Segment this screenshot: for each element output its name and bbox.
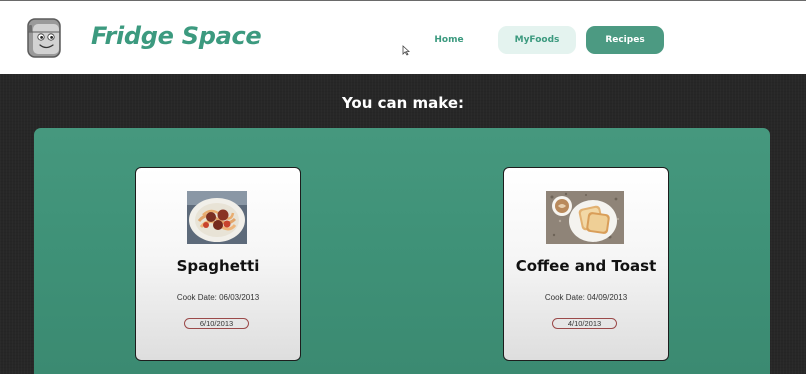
recipe-cook-date: Cook Date: 06/03/2013 — [176, 293, 260, 302]
fridge-mascot-icon[interactable] — [24, 16, 66, 60]
recipe-expiry-badge: 6/10/2013 — [184, 318, 249, 329]
recipe-title: Coffee and Toast — [515, 257, 657, 275]
nav-home-link[interactable]: Home — [420, 26, 478, 54]
recipe-card-spaghetti[interactable]: Spaghetti Cook Date: 06/03/2013 6/10/201… — [135, 167, 301, 361]
recipe-title: Spaghetti — [176, 257, 260, 275]
page-heading: You can make: — [341, 94, 465, 112]
nav-myfoods-link[interactable]: MyFoods — [498, 26, 576, 54]
coffee-toast-photo — [546, 191, 624, 244]
recipe-cook-date: Cook Date: 04/09/2013 — [544, 293, 628, 302]
recipe-card-coffee-and-toast[interactable]: Coffee and Toast Cook Date: 04/09/2013 4… — [503, 167, 669, 361]
page: Fridge Space Home MyFoods Recipes You ca… — [0, 0, 806, 374]
main-content: You can make: Spaghetti Cook Date: 06/03… — [0, 74, 806, 374]
brand-title: Fridge Space — [91, 22, 262, 50]
recipe-expiry-badge: 4/10/2013 — [552, 318, 617, 329]
recipes-panel: Spaghetti Cook Date: 06/03/2013 6/10/201… — [34, 128, 770, 374]
header-bar: Fridge Space Home MyFoods Recipes — [0, 0, 806, 74]
mouse-cursor-icon — [402, 43, 410, 56]
nav-recipes-link[interactable]: Recipes — [586, 26, 664, 54]
spaghetti-photo — [187, 191, 247, 244]
